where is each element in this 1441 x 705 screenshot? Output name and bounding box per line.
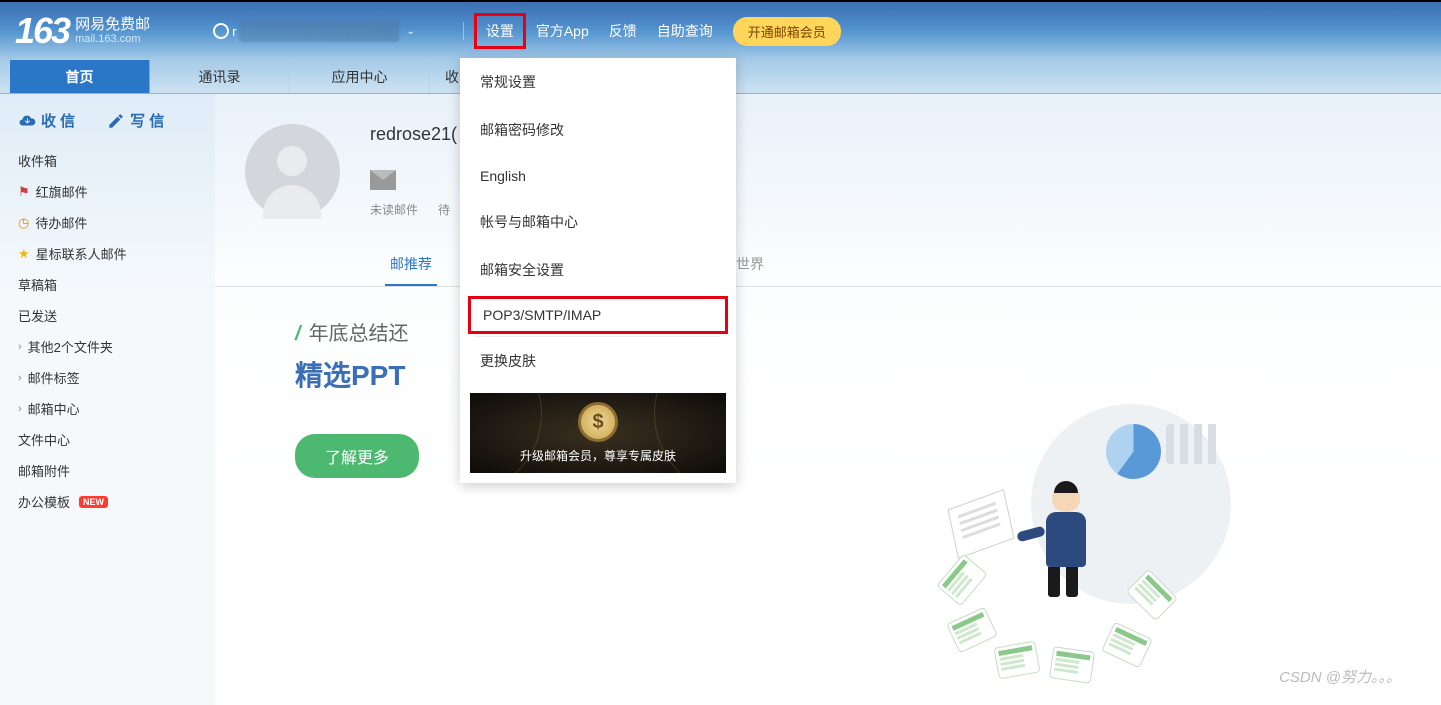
compose-label: 写 信 <box>130 110 164 131</box>
folder-sent[interactable]: 已发送 <box>10 300 205 331</box>
content-tabs: 邮推荐 看世界 <box>215 244 1441 287</box>
menu-change-skin[interactable]: 更换皮肤 <box>460 337 736 385</box>
profile-section: redrose21( 未读邮件 待 <box>215 94 1441 219</box>
promo-illustration <box>961 354 1241 634</box>
menu-account-center[interactable]: 帐号与邮箱中心 <box>460 198 736 246</box>
pie-chart-icon <box>1106 424 1161 479</box>
chevron-right-icon: › <box>18 403 22 415</box>
user-prefix: r <box>232 24 236 39</box>
card-icon <box>1101 622 1153 669</box>
templates-label: 办公模板 <box>18 492 70 511</box>
avatar[interactable] <box>245 124 340 219</box>
nav-official-app[interactable]: 官方App <box>526 15 599 47</box>
chevron-right-icon: › <box>18 341 22 353</box>
nav-self-help[interactable]: 自助查询 <box>647 15 723 47</box>
receive-label: 收 信 <box>41 110 75 131</box>
vip-upgrade-button[interactable]: 开通邮箱会员 <box>733 17 841 46</box>
folder-tags[interactable]: › 邮件标签 <box>10 362 205 393</box>
promo-area: /年底总结还 精选PPT 了解更多 <box>265 317 1441 478</box>
sidebar: 收 信 写 信 收件箱 ⚑ 红旗邮件 ◷ 待办邮件 ★ 星标联系人邮件 <box>0 94 215 705</box>
star-icon: ★ <box>18 246 30 262</box>
folder-attachments[interactable]: 邮箱附件 <box>10 455 205 486</box>
menu-security[interactable]: 邮箱安全设置 <box>460 246 736 294</box>
tab-recommend[interactable]: 邮推荐 <box>385 244 437 286</box>
header: 163 网易免费邮 mail.163.com r ⌄ 设置 官方App 反馈 自… <box>0 2 1441 60</box>
folder-others[interactable]: › 其他2个文件夹 <box>10 331 205 362</box>
tags-label: 邮件标签 <box>28 368 80 387</box>
banner-text: 升级邮箱会员，尊享专属皮肤 <box>520 447 676 464</box>
chevron-down-icon: ⌄ <box>406 26 414 37</box>
compose-mail-button[interactable]: 写 信 <box>107 110 164 131</box>
main-content: redrose21( 未读邮件 待 邮推荐 看世界 /年底总结还 精选PPT 了… <box>215 94 1441 705</box>
center-label: 邮箱中心 <box>28 399 80 418</box>
tab-contacts[interactable]: 通讯录 <box>150 60 290 93</box>
folder-files[interactable]: 文件中心 <box>10 424 205 455</box>
nav-feedback[interactable]: 反馈 <box>599 15 647 47</box>
bars-icon <box>1166 424 1221 464</box>
menu-password[interactable]: 邮箱密码修改 <box>460 106 736 154</box>
folder-drafts[interactable]: 草稿箱 <box>10 269 205 300</box>
receive-mail-button[interactable]: 收 信 <box>18 110 75 131</box>
folder-flagged[interactable]: ⚑ 红旗邮件 <box>10 176 205 207</box>
pencil-icon <box>107 112 125 130</box>
menu-protocols[interactable]: POP3/SMTP/IMAP <box>468 296 728 334</box>
nav-settings[interactable]: 设置 <box>474 13 526 49</box>
medal-icon: $ <box>578 402 618 442</box>
folder-center[interactable]: › 邮箱中心 <box>10 393 205 424</box>
folder-todo[interactable]: ◷ 待办邮件 <box>10 207 205 238</box>
user-icon <box>213 23 229 39</box>
card-icon <box>1126 569 1178 621</box>
clock-icon: ◷ <box>18 215 29 231</box>
card-icon <box>1049 646 1095 684</box>
download-icon <box>18 112 36 130</box>
tab-home[interactable]: 首页 <box>10 60 150 93</box>
tab-app-center[interactable]: 应用中心 <box>290 60 430 93</box>
todo-label: 待办邮件 <box>35 213 87 232</box>
user-email-blurred <box>239 20 399 42</box>
starred-label: 星标联系人邮件 <box>36 244 127 263</box>
folder-templates[interactable]: 办公模板 NEW <box>10 486 205 517</box>
folder-starred[interactable]: ★ 星标联系人邮件 <box>10 238 205 269</box>
unread-mail-label[interactable]: 未读邮件 <box>370 201 418 218</box>
top-nav: 设置 官方App 反馈 自助查询 开通邮箱会员 <box>453 13 841 49</box>
folder-inbox[interactable]: 收件箱 <box>10 145 205 176</box>
new-badge: NEW <box>79 496 108 508</box>
watermark: CSDN @努力。。。 <box>1279 666 1401 687</box>
others-label: 其他2个文件夹 <box>28 337 113 356</box>
card-icon <box>936 554 988 607</box>
logo[interactable]: 163 网易免费邮 mail.163.com <box>15 10 150 52</box>
envelope-icon <box>370 170 396 190</box>
flag-icon: ⚑ <box>18 184 30 200</box>
profile-username: redrose21( <box>370 124 457 145</box>
logo-main-text: 网易免费邮 <box>75 17 150 34</box>
card-icon <box>946 607 998 654</box>
paper-icon <box>948 489 1015 559</box>
pending-label[interactable]: 待 <box>438 201 450 218</box>
menu-english[interactable]: English <box>460 154 736 198</box>
learn-more-button[interactable]: 了解更多 <box>295 434 419 478</box>
logo-sub-text: mail.163.com <box>75 33 150 45</box>
menu-general-settings[interactable]: 常规设置 <box>460 58 736 106</box>
settings-dropdown-menu: 常规设置 邮箱密码修改 English 帐号与邮箱中心 邮箱安全设置 POP3/… <box>460 58 736 483</box>
vip-skin-banner[interactable]: $ 升级邮箱会员，尊享专属皮肤 <box>470 393 726 473</box>
logo-number: 163 <box>15 10 69 52</box>
chevron-right-icon: › <box>18 372 22 384</box>
flagged-label: 红旗邮件 <box>36 182 88 201</box>
card-icon <box>994 641 1041 680</box>
user-dropdown[interactable]: r ⌄ <box>205 17 423 45</box>
